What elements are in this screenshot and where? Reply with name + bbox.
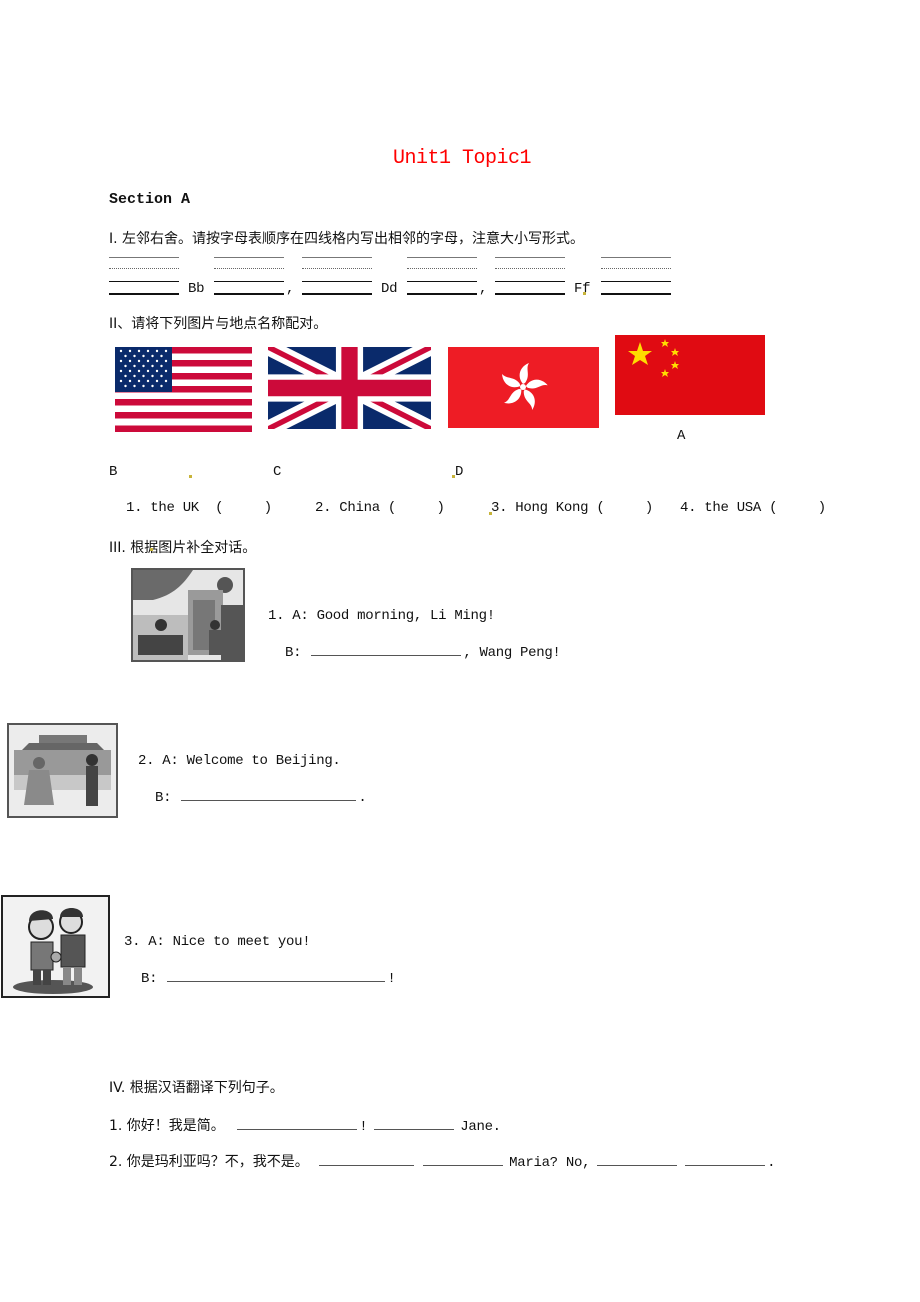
flag-label-c: C bbox=[273, 464, 282, 480]
flag-label-d: D bbox=[455, 464, 464, 480]
hong-kong-flag bbox=[448, 347, 599, 428]
grid-line bbox=[214, 281, 284, 282]
section-heading: Section A bbox=[109, 191, 191, 208]
speaker-b: B: bbox=[155, 790, 172, 806]
part1-heading: I. 左邻右舍。请按字母表顺序在四线格内写出相邻的字母，注意大小写形式。 bbox=[109, 231, 585, 247]
grid-line bbox=[302, 257, 372, 258]
grid-line bbox=[302, 281, 372, 282]
handshake-picture bbox=[1, 895, 110, 998]
uk-flag-graphic bbox=[268, 347, 431, 429]
answer-blank[interactable] bbox=[319, 1164, 415, 1166]
answer-blank[interactable] bbox=[685, 1164, 766, 1166]
grid-line bbox=[495, 257, 565, 258]
answer-blank[interactable] bbox=[373, 1128, 454, 1130]
usa-flag-graphic bbox=[115, 347, 252, 432]
answer-blank[interactable] bbox=[167, 980, 386, 982]
bauhinia-icon bbox=[502, 363, 548, 410]
dialog1-line-a: 1. A: Good morning, Li Ming! bbox=[268, 608, 495, 624]
answer-blank[interactable] bbox=[181, 799, 357, 801]
dialog1-suffix: , Wang Peng! bbox=[463, 645, 561, 661]
sentence2-mid: Maria? No, bbox=[509, 1155, 591, 1171]
grid-line bbox=[495, 281, 565, 282]
page-title: Unit1 Topic1 bbox=[393, 147, 532, 170]
grid-line bbox=[407, 257, 477, 258]
letter-dd: Dd bbox=[381, 281, 398, 297]
grid-line bbox=[214, 268, 284, 269]
grid-line bbox=[302, 293, 372, 295]
handshake-graphic bbox=[3, 897, 108, 996]
flag-label-b: B bbox=[109, 464, 118, 480]
grid-line bbox=[601, 293, 671, 295]
dialog3-suffix: ! bbox=[387, 971, 396, 987]
beijing-scene-picture bbox=[7, 723, 118, 818]
grid-line bbox=[407, 293, 477, 295]
uk-flag bbox=[268, 347, 431, 429]
grid-line bbox=[407, 268, 477, 269]
part3-heading: III. 根据图片补全对话。 bbox=[109, 540, 257, 556]
grid-line bbox=[302, 268, 372, 269]
translation-sentence-1: 1. 你好！我是简。 ! Jane. bbox=[109, 1115, 501, 1135]
answer-blank[interactable] bbox=[422, 1164, 503, 1166]
match-item-usa[interactable]: 4. the USA ( ) bbox=[680, 500, 826, 516]
comma: , bbox=[479, 281, 488, 297]
sentence1-end: Jane. bbox=[460, 1119, 501, 1135]
grid-line bbox=[109, 268, 179, 269]
grid-line bbox=[214, 257, 284, 258]
dialog1-line-b: B: , Wang Peng! bbox=[285, 645, 561, 661]
edit-marker bbox=[583, 292, 586, 295]
flag-label-a: A bbox=[677, 428, 686, 444]
speaker-b: B: bbox=[141, 971, 158, 987]
grid-line bbox=[495, 268, 565, 269]
dialog3-line-b: B: ! bbox=[141, 971, 396, 987]
answer-blank[interactable] bbox=[596, 1164, 677, 1166]
translation-sentence-2: 2. 你是玛利亚吗？不，我不是。 Maria? No, . bbox=[109, 1151, 776, 1171]
grid-line bbox=[109, 257, 179, 258]
beijing-scene-graphic bbox=[9, 725, 116, 816]
comma: , bbox=[286, 281, 295, 297]
grid-line bbox=[495, 293, 565, 295]
dialog2-suffix: . bbox=[358, 790, 367, 806]
office-scene-picture bbox=[131, 568, 245, 662]
usa-flag bbox=[115, 347, 252, 432]
sentence2-chinese: 2. 你是玛利亚吗？不，我不是。 bbox=[109, 1154, 309, 1170]
edit-marker bbox=[189, 475, 192, 478]
dialog3-line-a: 3. A: Nice to meet you! bbox=[124, 934, 311, 950]
sentence2-end: . bbox=[767, 1155, 776, 1171]
match-item-china[interactable]: 2. China ( ) bbox=[315, 500, 445, 516]
sentence1-mid: ! bbox=[359, 1119, 368, 1135]
grid-line bbox=[109, 281, 179, 282]
dialog2-line-b: B: . bbox=[155, 790, 367, 806]
dialog2-line-a: 2. A: Welcome to Beijing. bbox=[138, 753, 341, 769]
speaker-b: B: bbox=[285, 645, 302, 661]
answer-blank[interactable] bbox=[237, 1128, 358, 1130]
grid-line bbox=[601, 268, 671, 269]
grid-line bbox=[601, 257, 671, 258]
part4-heading: IV. 根据汉语翻译下列句子。 bbox=[109, 1080, 284, 1096]
letter-bb: Bb bbox=[188, 281, 205, 297]
china-flag bbox=[615, 335, 765, 415]
grid-line bbox=[214, 293, 284, 295]
match-item-hong-kong[interactable]: 3. Hong Kong ( ) bbox=[491, 500, 653, 516]
grid-line bbox=[407, 281, 477, 282]
sentence1-chinese: 1. 你好！我是简。 bbox=[109, 1118, 225, 1134]
match-item-uk[interactable]: 1. the UK ( ) bbox=[126, 500, 272, 516]
grid-line bbox=[601, 281, 671, 282]
five-star-icon bbox=[628, 339, 679, 377]
grid-line bbox=[109, 293, 179, 295]
office-scene-graphic bbox=[133, 570, 243, 660]
part2-heading: II、请将下列图片与地点名称配对。 bbox=[109, 316, 328, 332]
edit-marker bbox=[150, 548, 153, 551]
answer-blank[interactable] bbox=[311, 654, 462, 656]
